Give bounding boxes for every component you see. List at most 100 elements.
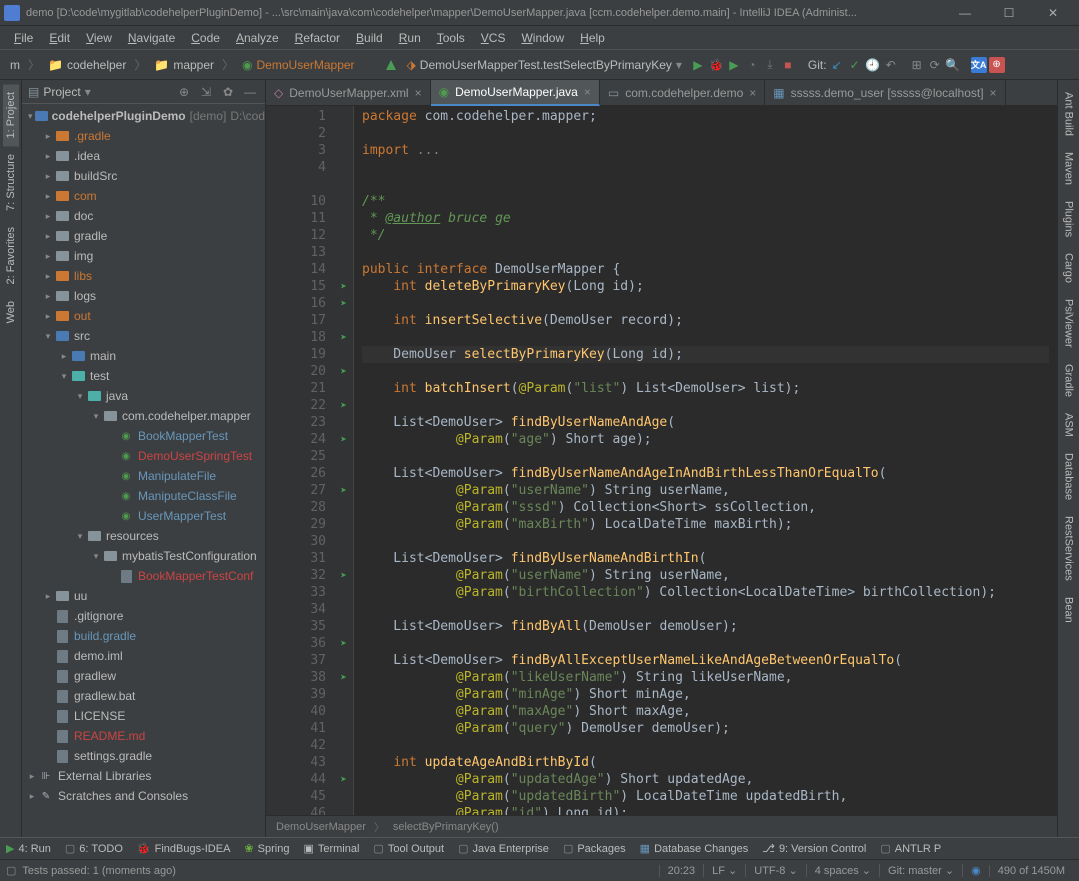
tree-item[interactable]: ▾java xyxy=(22,386,265,406)
tree-item[interactable]: ▸img xyxy=(22,246,265,266)
tool-bean[interactable]: Bean xyxy=(1061,589,1077,631)
tree-item[interactable]: BookMapperTestConf xyxy=(22,566,265,586)
tool-cargo[interactable]: Cargo xyxy=(1061,245,1077,291)
bottom-tool-4-run[interactable]: ▶4: Run xyxy=(6,842,51,855)
bottom-tool-packages[interactable]: ▢Packages xyxy=(563,842,626,855)
tool-asm[interactable]: ASM xyxy=(1061,405,1077,445)
profile-button[interactable]: ◔ xyxy=(744,57,760,73)
tree-item[interactable]: ▸com xyxy=(22,186,265,206)
tool-plugins[interactable]: Plugins xyxy=(1061,193,1077,245)
build-icon[interactable] xyxy=(383,57,399,73)
menu-code[interactable]: Code xyxy=(183,29,228,47)
status-git-branch[interactable]: Git: master ⌄ xyxy=(879,864,962,877)
tree-item[interactable]: gradlew xyxy=(22,666,265,686)
status-indent[interactable]: 4 spaces ⌄ xyxy=(806,864,879,877)
menu-analyze[interactable]: Analyze xyxy=(228,29,287,47)
structure-popup-icon[interactable]: ⊞ xyxy=(909,57,925,73)
tool-favorites[interactable]: 2: Favorites xyxy=(3,219,19,292)
tree-item[interactable]: ▾src xyxy=(22,326,265,346)
bottom-tool-6-todo[interactable]: ▢6: TODO xyxy=(65,842,123,855)
tree-item[interactable]: README.md xyxy=(22,726,265,746)
status-line-ending[interactable]: LF ⌄ xyxy=(703,864,745,877)
menu-help[interactable]: Help xyxy=(572,29,613,47)
tree-item[interactable]: ▾test xyxy=(22,366,265,386)
bottom-tool-9-version-control[interactable]: ⎇9: Version Control xyxy=(762,842,866,855)
tree-item[interactable]: demo.iml xyxy=(22,646,265,666)
window-minimize[interactable]: — xyxy=(943,0,987,26)
tree-item[interactable]: ▸libs xyxy=(22,266,265,286)
project-locate-icon[interactable]: ⊕ xyxy=(175,83,193,101)
menu-file[interactable]: File xyxy=(6,29,41,47)
git-history-icon[interactable]: 🕘 xyxy=(865,57,881,73)
tree-item[interactable]: ▸.idea xyxy=(22,146,265,166)
nav-root[interactable]: m xyxy=(6,56,24,74)
tree-item[interactable]: build.gradle xyxy=(22,626,265,646)
tree-item[interactable]: ▸gradle xyxy=(22,226,265,246)
sync-icon[interactable]: ⟳ xyxy=(927,57,943,73)
tree-item[interactable]: ▸.gradle xyxy=(22,126,265,146)
debug-button[interactable]: 🐞 xyxy=(708,57,724,73)
tree-item[interactable]: ▸out xyxy=(22,306,265,326)
tree-item[interactable]: ▸doc xyxy=(22,206,265,226)
project-collapse-icon[interactable]: ⇲ xyxy=(197,83,215,101)
tree-item[interactable]: ◉ManiputeClassFile xyxy=(22,486,265,506)
menu-vcs[interactable]: VCS xyxy=(473,29,514,47)
window-maximize[interactable]: ☐ xyxy=(987,0,1031,26)
status-position[interactable]: 20:23 xyxy=(659,865,704,877)
menu-refactor[interactable]: Refactor xyxy=(287,29,348,47)
editor-tab[interactable]: ▭com.codehelper.demo× xyxy=(600,80,765,106)
tab-close-icon[interactable]: × xyxy=(584,85,591,99)
nav-pkg2[interactable]: 📁mapper xyxy=(150,56,218,74)
bottom-tool-antlr-p[interactable]: ▢ANTLR P xyxy=(880,842,941,855)
tree-root[interactable]: ▾codehelperPluginDemo [demo] D:\cod xyxy=(22,106,265,126)
tree-item[interactable]: ◉UserMapperTest xyxy=(22,506,265,526)
tree-item[interactable]: ▾com.codehelper.mapper xyxy=(22,406,265,426)
nav-class[interactable]: ◉DemoUserMapper xyxy=(238,56,359,74)
tree-item[interactable]: ▸✎Scratches and Consoles xyxy=(22,786,265,806)
editor-tab[interactable]: ▦sssss.demo_user [sssss@localhost]× xyxy=(765,80,1005,106)
bottom-tool-database-changes[interactable]: ▦Database Changes xyxy=(640,842,749,855)
tree-item[interactable]: ◉ManipulateFile xyxy=(22,466,265,486)
tree-item[interactable]: ◉DemoUserSpringTest xyxy=(22,446,265,466)
status-chrome-icon[interactable]: ◉ xyxy=(962,864,989,877)
tree-item[interactable]: ▸main xyxy=(22,346,265,366)
tool-project[interactable]: 1: Project xyxy=(3,84,19,146)
window-close[interactable]: ✕ xyxy=(1031,0,1075,26)
project-hide-icon[interactable]: — xyxy=(241,83,259,101)
project-tree[interactable]: ▾codehelperPluginDemo [demo] D:\cod▸.gra… xyxy=(22,104,265,837)
code-editor[interactable]: package com.codehelper.mapper; import ..… xyxy=(354,106,1057,815)
menu-run[interactable]: Run xyxy=(391,29,429,47)
crumb-class[interactable]: DemoUserMapper xyxy=(276,821,366,833)
tab-close-icon[interactable]: × xyxy=(749,86,756,100)
menu-navigate[interactable]: Navigate xyxy=(120,29,183,47)
run-configuration-selector[interactable]: ⬗ DemoUserMapperTest.testSelectByPrimary… xyxy=(401,56,688,74)
tab-close-icon[interactable]: × xyxy=(415,86,422,100)
stop-button[interactable]: ■ xyxy=(780,57,796,73)
crumb-method[interactable]: selectByPrimaryKey() xyxy=(393,821,499,833)
coverage-button[interactable]: ▶ xyxy=(726,57,742,73)
editor-tab[interactable]: ◇DemoUserMapper.xml× xyxy=(266,80,431,106)
menu-window[interactable]: Window xyxy=(513,29,572,47)
status-encoding[interactable]: UTF-8 ⌄ xyxy=(745,864,805,877)
tree-item[interactable]: LICENSE xyxy=(22,706,265,726)
tool-database[interactable]: Database xyxy=(1061,445,1077,508)
translate-icon[interactable]: 文A xyxy=(971,57,987,73)
menu-edit[interactable]: Edit xyxy=(41,29,78,47)
git-update-icon[interactable]: ↙ xyxy=(829,57,845,73)
editor-tab[interactable]: ◉DemoUserMapper.java× xyxy=(431,80,600,106)
tool-psiviewer[interactable]: PsiViewer xyxy=(1061,291,1077,356)
menu-tools[interactable]: Tools xyxy=(429,29,473,47)
nav-pkg1[interactable]: 📁codehelper xyxy=(44,56,130,74)
project-settings-icon[interactable]: ✿ xyxy=(219,83,237,101)
bottom-tool-findbugs-idea[interactable]: 🐞FindBugs-IDEA xyxy=(137,842,231,855)
status-memory[interactable]: 490 of 1450M xyxy=(989,865,1073,877)
tree-item[interactable]: ▸logs xyxy=(22,286,265,306)
tree-item[interactable]: ▸buildSrc xyxy=(22,166,265,186)
tab-close-icon[interactable]: × xyxy=(990,86,997,100)
tree-item[interactable]: ▾resources xyxy=(22,526,265,546)
bottom-tool-tool-output[interactable]: ▢Tool Output xyxy=(373,842,444,855)
git-commit-icon[interactable]: ✓ xyxy=(847,57,863,73)
tool-structure[interactable]: 7: Structure xyxy=(3,146,19,219)
tool-restservices[interactable]: RestServices xyxy=(1061,508,1077,589)
tree-item[interactable]: ◉BookMapperTest xyxy=(22,426,265,446)
